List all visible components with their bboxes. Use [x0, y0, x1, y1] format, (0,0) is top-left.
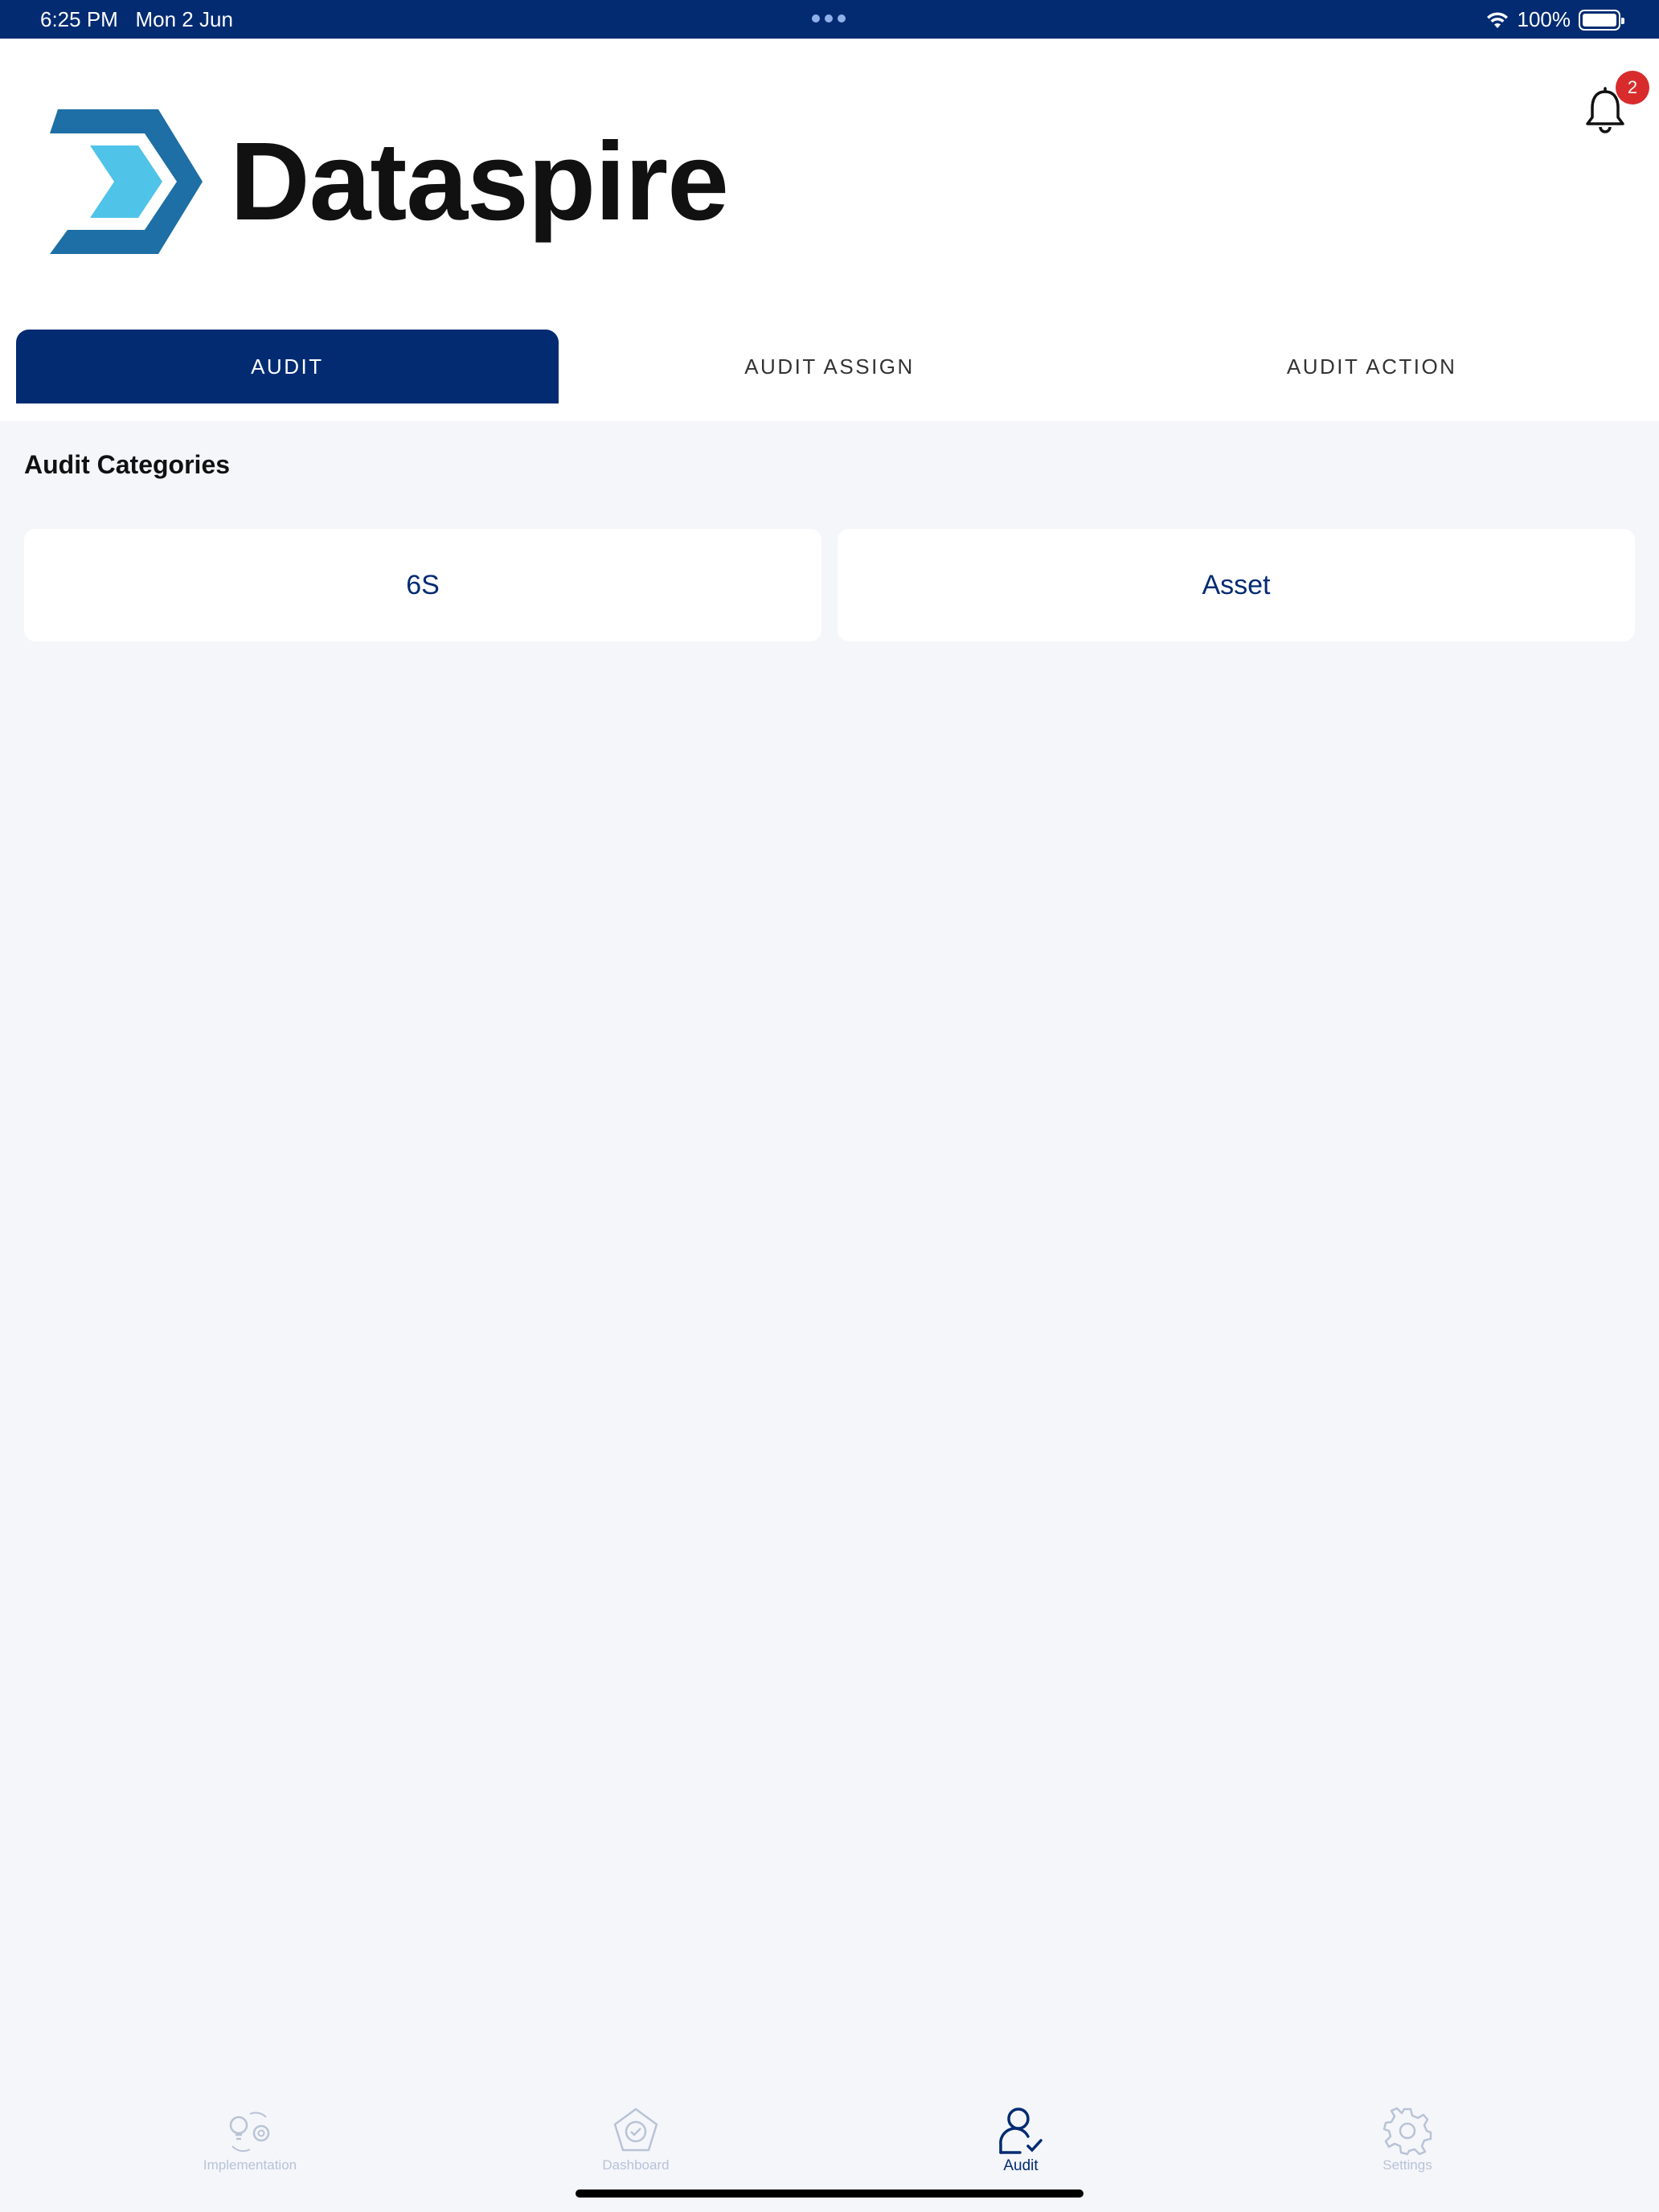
status-indicators: 100% [1485, 7, 1624, 32]
tabbar-label-dashboard: Dashboard [602, 2157, 670, 2173]
dataspire-logo: Dataspire [50, 101, 729, 262]
tabbar-item-implementation[interactable]: Implementation [170, 2106, 330, 2173]
implementation-icon [229, 2112, 270, 2153]
logo-text: Dataspire [230, 119, 729, 244]
home-indicator[interactable] [576, 2189, 1083, 2198]
audit-tabs: AUDIT AUDIT ASSIGN AUDIT ACTION [16, 330, 1643, 403]
logo-chevron-icon [50, 109, 203, 254]
tabbar-label-implementation: Implementation [203, 2157, 297, 2173]
dashboard-icon [613, 2108, 658, 2152]
tab-audit[interactable]: AUDIT [16, 330, 559, 403]
status-time-date: 6:25 PM Mon 2 Jun [40, 7, 233, 32]
category-card-asset[interactable]: Asset [838, 529, 1635, 641]
status-bar: 6:25 PM Mon 2 Jun 100% [0, 0, 1659, 39]
multitasking-dots-icon[interactable] [812, 14, 846, 23]
battery-icon [1579, 9, 1624, 31]
category-card-6s[interactable]: 6S [24, 529, 821, 641]
audit-user-check-icon [999, 2108, 1043, 2154]
notification-badge: 2 [1616, 71, 1649, 104]
tab-audit-assign[interactable]: AUDIT ASSIGN [559, 330, 1101, 403]
tabbar-item-audit[interactable]: Audit [940, 2106, 1101, 2175]
settings-gear-icon [1382, 2107, 1432, 2156]
tabbar-label-audit: Audit [1003, 2157, 1038, 2174]
tabbar-label-settings: Settings [1382, 2157, 1432, 2173]
tabbar-item-dashboard[interactable]: Dashboard [555, 2106, 716, 2173]
status-time: 6:25 PM [40, 7, 118, 31]
tabbar-item-settings[interactable]: Settings [1327, 2106, 1488, 2173]
app-screen: 6:25 PM Mon 2 Jun 100% Dataspire 2 AUDIT… [0, 0, 1659, 2212]
tab-audit-action[interactable]: AUDIT ACTION [1100, 330, 1643, 403]
wifi-icon [1486, 11, 1508, 28]
section-title: Audit Categories [24, 450, 231, 479]
status-date: Mon 2 Jun [135, 7, 233, 31]
battery-percentage: 100% [1517, 7, 1571, 31]
